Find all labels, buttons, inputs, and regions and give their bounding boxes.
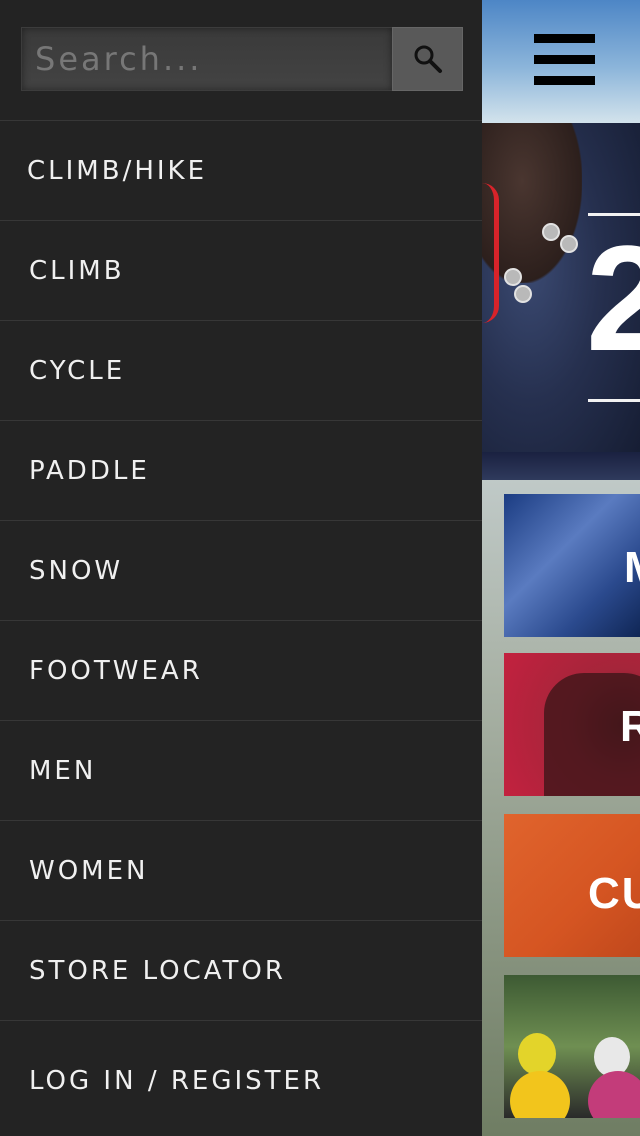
app-screen: CLIMB/HIKE CLIMB CYCLE PADDLE SNOW FOOTW…: [0, 0, 640, 1136]
menu-item-climb[interactable]: CLIMB: [0, 220, 482, 320]
top-bar: [482, 0, 640, 123]
cyclist-image: [518, 1033, 556, 1075]
search-input[interactable]: [21, 27, 392, 91]
category-menu: CLIMB/HIKE CLIMB CYCLE PADDLE SNOW FOOTW…: [0, 120, 482, 1136]
menu-item-label: CLIMB/HIKE: [27, 155, 208, 186]
menu-item-label: STORE LOCATOR: [29, 955, 286, 986]
hero-divider: [588, 399, 640, 402]
promo-tile[interactable]: [504, 975, 640, 1118]
promo-tile[interactable]: R: [504, 653, 640, 796]
menu-item-label: CLIMB: [29, 255, 125, 286]
menu-item-men[interactable]: MEN: [0, 720, 482, 820]
menu-item-label: FOOTWEAR: [29, 655, 203, 686]
menu-item-label: CYCLE: [29, 355, 126, 386]
main-content: 2 M R CU: [482, 0, 640, 1136]
search-bar: [21, 27, 463, 91]
menu-item-snow[interactable]: SNOW: [0, 520, 482, 620]
promo-tile-label: CU: [588, 869, 640, 918]
hamburger-menu-icon[interactable]: [534, 34, 595, 86]
promo-tile-label: R: [620, 702, 640, 751]
search-icon: [414, 45, 442, 73]
hero-banner[interactable]: 2: [482, 123, 640, 480]
menu-item-label: PADDLE: [29, 455, 150, 486]
menu-item-login-register[interactable]: LOG IN / REGISTER: [0, 1020, 482, 1136]
navigation-drawer: CLIMB/HIKE CLIMB CYCLE PADDLE SNOW FOOTW…: [0, 0, 482, 1136]
menu-item-cycle[interactable]: CYCLE: [0, 320, 482, 420]
search-button[interactable]: [392, 27, 463, 91]
menu-item-climb-hike[interactable]: CLIMB/HIKE: [0, 120, 482, 220]
menu-item-label: LOG IN / REGISTER: [29, 1066, 325, 1096]
menu-item-store-locator[interactable]: STORE LOCATOR: [0, 920, 482, 1020]
promo-tile-label: M: [624, 546, 640, 590]
menu-item-footwear[interactable]: FOOTWEAR: [0, 620, 482, 720]
menu-item-label: SNOW: [29, 555, 124, 586]
menu-item-label: WOMEN: [29, 855, 149, 886]
promo-tile[interactable]: M: [504, 494, 640, 637]
hero-number: 2: [586, 214, 640, 382]
menu-item-paddle[interactable]: PADDLE: [0, 420, 482, 520]
promo-tile[interactable]: CU: [504, 814, 640, 957]
menu-item-label: MEN: [29, 755, 97, 786]
menu-item-women[interactable]: WOMEN: [0, 820, 482, 920]
